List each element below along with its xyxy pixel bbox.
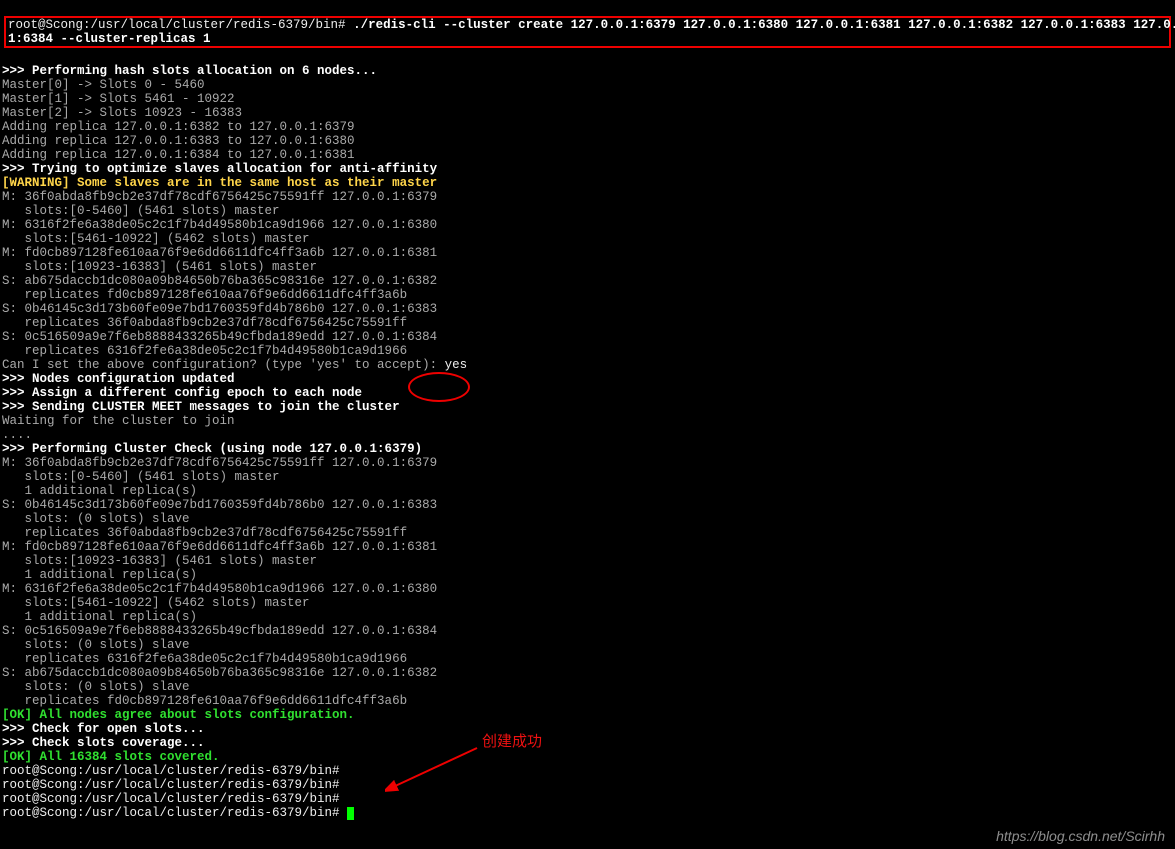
- prompt-4[interactable]: root@Scong:/usr/local/cluster/redis-6379…: [2, 806, 347, 820]
- ok-slots-config: [OK] All nodes agree about slots configu…: [2, 708, 355, 722]
- master-0: Master[0] -> Slots 0 - 5460: [2, 78, 205, 92]
- add-replica-1: Adding replica 127.0.0.1:6383 to 127.0.0…: [2, 134, 355, 148]
- chk-m-6380: M: 6316f2fe6a38de05c2c1f7b4d49580b1ca9d1…: [2, 582, 437, 596]
- dots-line: ....: [2, 428, 32, 442]
- watermark-text: https://blog.csdn.net/Scirhh: [996, 829, 1165, 843]
- prompt-1[interactable]: root@Scong:/usr/local/cluster/redis-6379…: [2, 764, 347, 778]
- confirm-question: Can I set the above configuration? (type…: [2, 358, 445, 372]
- prompt-3[interactable]: root@Scong:/usr/local/cluster/redis-6379…: [2, 792, 347, 806]
- add-replica-2: Adding replica 127.0.0.1:6384 to 127.0.0…: [2, 148, 355, 162]
- cluster-check-header: >>> Performing Cluster Check (using node…: [2, 442, 422, 456]
- hash-slots-header: >>> Performing hash slots allocation on …: [2, 64, 377, 78]
- cluster-meet: >>> Sending CLUSTER MEET messages to joi…: [2, 400, 400, 414]
- master-1: Master[1] -> Slots 5461 - 10922: [2, 92, 235, 106]
- node-s-6384-rep: replicates 6316f2fe6a38de05c2c1f7b4d4958…: [2, 344, 407, 358]
- chk-m-6381-rep: 1 additional replica(s): [2, 568, 197, 582]
- chk-m-6381: M: fd0cb897128fe610aa76f9e6dd6611dfc4ff3…: [2, 540, 437, 554]
- check-open-slots: >>> Check for open slots...: [2, 722, 205, 736]
- assign-epoch: >>> Assign a different config epoch to e…: [2, 386, 362, 400]
- node-m-6381: M: fd0cb897128fe610aa76f9e6dd6611dfc4ff3…: [2, 246, 437, 260]
- node-m-6380: M: 6316f2fe6a38de05c2c1f7b4d49580b1ca9d1…: [2, 218, 437, 232]
- node-s-6383-rep: replicates 36f0abda8fb9cb2e37df78cdf6756…: [2, 316, 407, 330]
- confirm-answer[interactable]: yes: [445, 358, 468, 372]
- chk-s-6384-slots: slots: (0 slots) slave: [2, 638, 190, 652]
- node-m-6379: M: 36f0abda8fb9cb2e37df78cdf6756425c7559…: [2, 190, 437, 204]
- check-slots-coverage: >>> Check slots coverage...: [2, 736, 205, 750]
- waiting-line: Waiting for the cluster to join: [2, 414, 235, 428]
- chk-m-6379-rep: 1 additional replica(s): [2, 484, 197, 498]
- annotation-label: 创建成功: [482, 735, 542, 749]
- command-line-2: 1:6384 --cluster-replicas 1: [8, 32, 211, 46]
- chk-s-6384-rep: replicates 6316f2fe6a38de05c2c1f7b4d4958…: [2, 652, 407, 666]
- ok-slots-covered: [OK] All 16384 slots covered.: [2, 750, 220, 764]
- chk-m-6381-slots: slots:[10923-16383] (5461 slots) master: [2, 554, 317, 568]
- chk-m-6380-slots: slots:[5461-10922] (5462 slots) master: [2, 596, 310, 610]
- terminal-output[interactable]: root@Scong:/usr/local/cluster/redis-6379…: [0, 0, 1175, 821]
- prompt-2[interactable]: root@Scong:/usr/local/cluster/redis-6379…: [2, 778, 347, 792]
- chk-m-6380-rep: 1 additional replica(s): [2, 610, 197, 624]
- node-s-6384: S: 0c516509a9e7f6eb8888433265b49cfbda189…: [2, 330, 437, 344]
- command-line-1: ./redis-cli --cluster create 127.0.0.1:6…: [353, 18, 1175, 32]
- chk-s-6382-rep: replicates fd0cb897128fe610aa76f9e6dd661…: [2, 694, 407, 708]
- chk-m-6379-slots: slots:[0-5460] (5461 slots) master: [2, 470, 280, 484]
- nodes-updated: >>> Nodes configuration updated: [2, 372, 235, 386]
- node-m-6379-slots: slots:[0-5460] (5461 slots) master: [2, 204, 280, 218]
- chk-s-6383-rep: replicates 36f0abda8fb9cb2e37df78cdf6756…: [2, 526, 407, 540]
- chk-s-6384: S: 0c516509a9e7f6eb8888433265b49cfbda189…: [2, 624, 437, 638]
- warning-line: [WARNING] Some slaves are in the same ho…: [2, 176, 437, 190]
- command-highlight-box: root@Scong:/usr/local/cluster/redis-6379…: [4, 16, 1171, 48]
- chk-s-6382: S: ab675daccb1dc080a09b84650b76ba365c983…: [2, 666, 437, 680]
- prompt: root@Scong:/usr/local/cluster/redis-6379…: [8, 18, 353, 32]
- node-m-6380-slots: slots:[5461-10922] (5462 slots) master: [2, 232, 310, 246]
- add-replica-0: Adding replica 127.0.0.1:6382 to 127.0.0…: [2, 120, 355, 134]
- node-s-6382: S: ab675daccb1dc080a09b84650b76ba365c983…: [2, 274, 437, 288]
- optimize-header: >>> Trying to optimize slaves allocation…: [2, 162, 437, 176]
- node-m-6381-slots: slots:[10923-16383] (5461 slots) master: [2, 260, 317, 274]
- master-2: Master[2] -> Slots 10923 - 16383: [2, 106, 242, 120]
- cursor-icon: [347, 807, 354, 820]
- chk-s-6382-slots: slots: (0 slots) slave: [2, 680, 190, 694]
- node-s-6383: S: 0b46145c3d173b60fe09e7bd1760359fd4b78…: [2, 302, 437, 316]
- chk-s-6383-slots: slots: (0 slots) slave: [2, 512, 190, 526]
- node-s-6382-rep: replicates fd0cb897128fe610aa76f9e6dd661…: [2, 288, 407, 302]
- chk-m-6379: M: 36f0abda8fb9cb2e37df78cdf6756425c7559…: [2, 456, 437, 470]
- chk-s-6383: S: 0b46145c3d173b60fe09e7bd1760359fd4b78…: [2, 498, 437, 512]
